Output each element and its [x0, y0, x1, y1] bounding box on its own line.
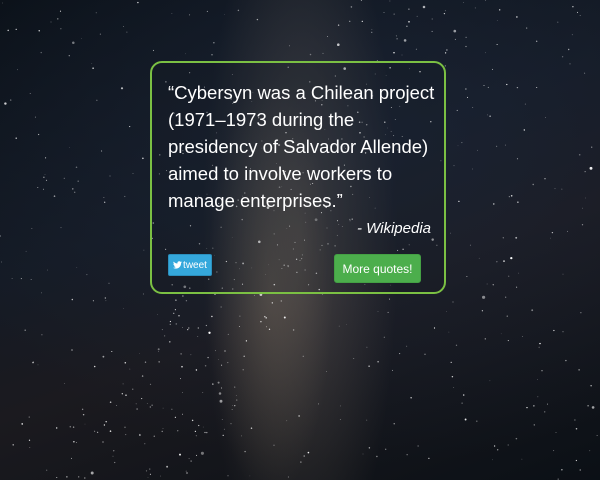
quote-text: “Cybersyn was a Chilean project (1971–19… — [168, 82, 435, 211]
quote-author: - Wikipedia — [356, 220, 431, 237]
tweet-button[interactable]: tweet — [168, 254, 212, 276]
more-quotes-button[interactable]: More quotes! — [334, 254, 421, 283]
twitter-bird-icon — [173, 261, 183, 269]
tweet-button-label: tweet — [183, 259, 207, 271]
quote-box: “Cybersyn was a Chilean project (1971–19… — [150, 61, 446, 294]
